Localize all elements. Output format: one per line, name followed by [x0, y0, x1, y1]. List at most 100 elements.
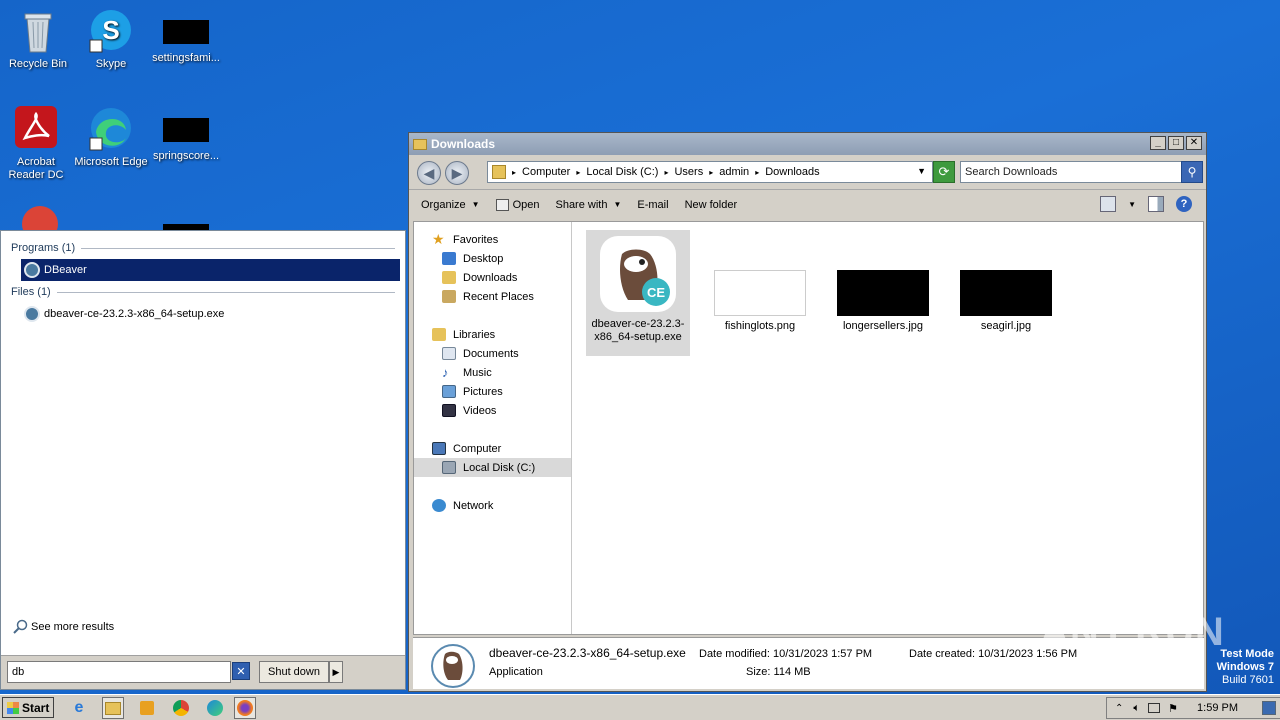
start-button[interactable]: Start	[2, 697, 54, 718]
details-file-name: dbeaver-ce-23.2.3-x86_64-setup.exe	[489, 646, 686, 660]
breadcrumb-local-disk[interactable]: Local Disk (C:)	[586, 166, 658, 178]
nav-label: Pictures	[463, 385, 503, 398]
chevron-down-icon: ▼	[613, 200, 622, 209]
nav-libraries[interactable]: Libraries	[414, 325, 571, 344]
internet-explorer-icon: e	[74, 699, 84, 716]
help-icon[interactable]: ?	[1176, 196, 1192, 212]
open-button[interactable]: Open	[495, 198, 539, 211]
nav-label: Computer	[453, 442, 502, 455]
image-thumbnail	[837, 270, 929, 316]
shutdown-options-arrow-icon[interactable]: ▶	[329, 661, 343, 683]
maximize-button[interactable]: □	[1168, 136, 1184, 150]
nav-network[interactable]: Network	[414, 496, 571, 515]
show-hidden-icons-icon[interactable]: ⌃	[1115, 703, 1123, 714]
taskbar-internet-explorer[interactable]: e	[68, 697, 90, 719]
file-item-fishinglots[interactable]: fishinglots.png	[708, 230, 812, 333]
nav-pictures[interactable]: Pictures	[414, 382, 571, 401]
forward-button[interactable]: ▶	[445, 161, 469, 185]
action-center-flag-icon[interactable]: ⚑	[1168, 702, 1178, 715]
new-folder-button[interactable]: New folder	[685, 199, 738, 211]
minimize-button[interactable]: _	[1150, 136, 1166, 150]
window-title: Downloads	[431, 137, 496, 151]
system-tray: ⌃ 🔈︎ ⚑ 1:59 PM	[1106, 697, 1280, 719]
address-bar[interactable]: ▸ Computer ▸ Local Disk (C:) ▸ Users ▸ a…	[487, 161, 933, 183]
shutdown-button[interactable]: Shut down	[259, 661, 329, 683]
nav-recent-places[interactable]: Recent Places	[414, 287, 571, 306]
desktop-icon-label: Recycle Bin	[8, 58, 68, 70]
divider	[56, 291, 395, 293]
chevron-down-icon[interactable]: ▼	[917, 166, 926, 176]
breadcrumb-downloads[interactable]: Downloads	[765, 166, 819, 178]
watermark-line: Test Mode	[1220, 648, 1274, 660]
close-button[interactable]: ✕	[1186, 136, 1202, 150]
desktop-icon-settingsfami[interactable]: settingsfami...	[148, 8, 224, 65]
chrome-icon	[173, 700, 189, 716]
desktop-icon-recycle-bin[interactable]: Recycle Bin	[0, 8, 76, 71]
window-controls: _ □ ✕	[1150, 136, 1202, 150]
change-view-icon[interactable]	[1100, 196, 1117, 212]
start-result-dbeaver[interactable]: DBeaver	[21, 259, 400, 281]
search-downloads-input[interactable]: Search Downloads	[960, 161, 1182, 183]
nav-favorites[interactable]: ★ Favorites	[414, 230, 571, 249]
nav-music[interactable]: ♪ Music	[414, 363, 571, 382]
image-thumbnail	[960, 270, 1052, 316]
preview-pane-icon[interactable]	[1148, 196, 1164, 212]
show-desktop-icon[interactable]	[1262, 701, 1276, 715]
details-date-modified: Date modified: 10/31/2023 1:57 PM	[699, 648, 872, 660]
desktop-icon-edge[interactable]: Microsoft Edge	[73, 106, 149, 169]
clear-search-icon[interactable]: ✕	[232, 662, 250, 680]
desktop-icon-acrobat[interactable]: Acrobat Reader DC	[0, 106, 74, 182]
search-button[interactable]: ⚲	[1181, 161, 1203, 183]
nav-downloads[interactable]: Downloads	[414, 268, 571, 287]
desktop-icon-skype[interactable]: S Skype	[73, 8, 149, 71]
email-button[interactable]: E-mail	[637, 199, 668, 211]
network-status-icon[interactable]	[1148, 703, 1160, 713]
file-thumbnail	[163, 118, 209, 142]
taskbar-media-player[interactable]	[136, 697, 158, 719]
organize-label: Organize	[421, 198, 466, 211]
volume-icon[interactable]: 🔈︎	[1133, 702, 1140, 715]
system-clock[interactable]: 1:59 PM	[1197, 702, 1238, 714]
recycle-bin-icon	[15, 8, 61, 54]
watermark-line: Build 7601	[1222, 674, 1274, 686]
nav-label: Network	[453, 499, 494, 512]
back-button[interactable]: ◀	[417, 161, 441, 185]
file-item-dbeaver-setup[interactable]: CE dbeaver-ce-23.2.3- x86_64-setup.exe	[586, 230, 690, 356]
chevron-down-icon[interactable]: ▼	[1128, 200, 1136, 209]
downloads-icon	[442, 271, 456, 284]
share-with-button[interactable]: Share with ▼	[555, 199, 621, 211]
nav-videos[interactable]: Videos	[414, 401, 571, 420]
programs-header-text: Programs (1)	[11, 242, 76, 254]
start-search-input[interactable]	[7, 661, 231, 683]
file-name-line: dbeaver-ce-23.2.3-	[591, 318, 685, 330]
nav-local-disk[interactable]: Local Disk (C:)	[414, 458, 571, 477]
pictures-icon	[442, 385, 456, 398]
chrome-desktop-icon-partial[interactable]	[20, 204, 60, 230]
breadcrumb-users[interactable]: Users	[674, 166, 703, 178]
organize-button[interactable]: Organize ▼	[421, 199, 480, 211]
nav-documents[interactable]: Documents	[414, 344, 571, 363]
taskbar-edge[interactable]	[204, 697, 226, 719]
see-more-results-link[interactable]: See more results	[13, 619, 114, 635]
divider	[81, 247, 395, 249]
star-icon: ★	[432, 231, 445, 247]
refresh-button[interactable]: ⟳	[933, 161, 955, 183]
file-item-longersellers[interactable]: longersellers.jpg	[831, 230, 935, 333]
window-titlebar[interactable]: Downloads _ □ ✕	[409, 133, 1206, 155]
chevron-right-icon: ▸	[664, 167, 669, 177]
file-name: longersellers.jpg	[842, 320, 924, 332]
details-value: 114 MB	[773, 666, 811, 678]
nav-computer[interactable]: Computer	[414, 439, 571, 458]
breadcrumb-admin[interactable]: admin	[719, 166, 749, 178]
desktop-icon-springscore[interactable]: springscore...	[148, 106, 224, 163]
taskbar-firefox[interactable]	[234, 697, 256, 719]
taskbar-chrome[interactable]	[170, 697, 192, 719]
dbeaver-icon	[24, 262, 40, 278]
nav-desktop[interactable]: Desktop	[414, 249, 571, 268]
file-item-seagirl[interactable]: seagirl.jpg	[954, 230, 1058, 333]
taskbar-explorer[interactable]	[102, 697, 124, 719]
watermark-line: Windows 7	[1216, 661, 1274, 673]
breadcrumb-computer[interactable]: Computer	[522, 166, 570, 178]
details-label: Size:	[746, 666, 771, 678]
start-result-setup-file[interactable]: dbeaver-ce-23.2.3-x86_64-setup.exe	[21, 303, 400, 325]
